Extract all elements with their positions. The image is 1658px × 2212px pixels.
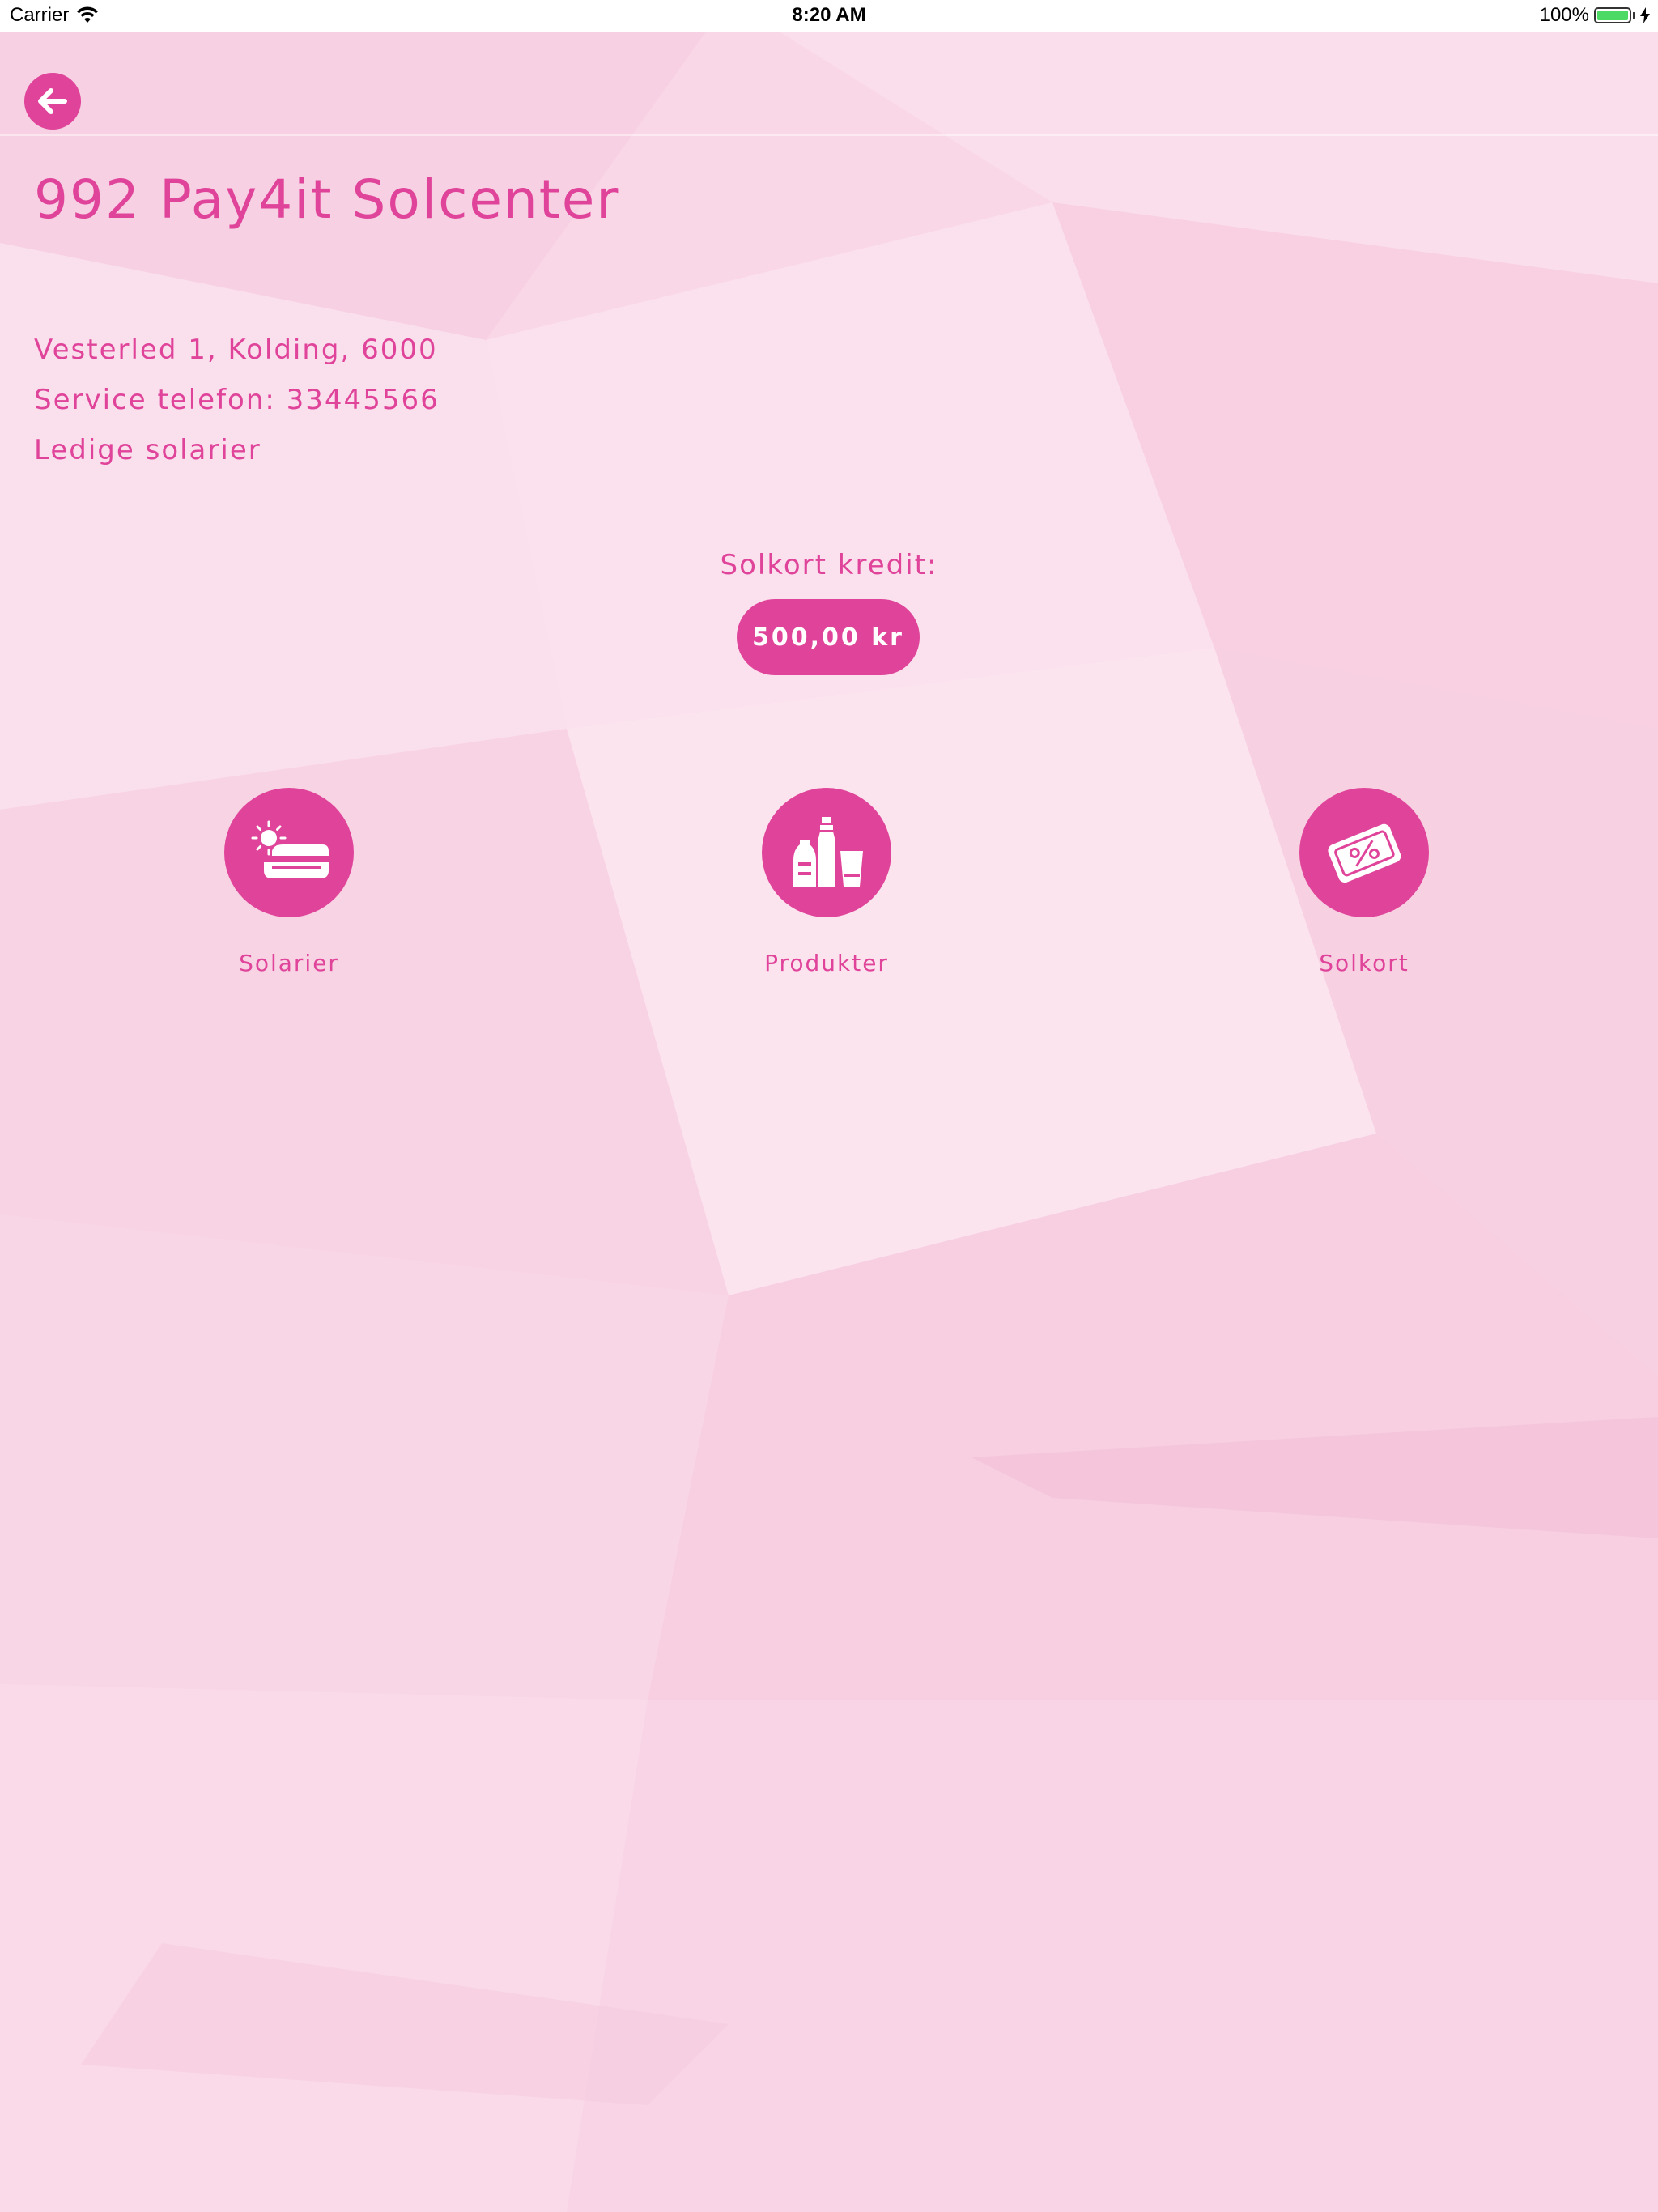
action-produkter[interactable]: Produkter <box>705 788 948 976</box>
solarier-button[interactable] <box>224 788 354 917</box>
solkort-label: Solkort <box>1319 950 1409 976</box>
action-solkort[interactable]: Solkort <box>1243 788 1486 976</box>
available-link[interactable]: Ledige solarier <box>34 434 261 466</box>
clock: 8:20 AM <box>792 4 866 26</box>
produkter-button[interactable] <box>762 788 891 917</box>
page-title: 992 Pay4it Solcenter <box>34 168 620 231</box>
battery-status: 100% <box>1540 4 1650 27</box>
status-bar: Carrier 8:20 AM 100% <box>0 0 1658 32</box>
nav-divider <box>0 134 1658 136</box>
credit-value: 500,00 kr <box>737 599 920 675</box>
products-icon <box>793 817 863 887</box>
back-button[interactable] <box>24 73 81 130</box>
produkter-label: Produkter <box>764 950 889 976</box>
card-icon <box>1328 823 1401 883</box>
solarier-label: Solarier <box>239 950 339 976</box>
solkort-button[interactable] <box>1299 788 1429 917</box>
tanning-bed-icon <box>251 820 329 878</box>
battery-icon <box>1594 7 1631 23</box>
action-solarier[interactable]: Solarier <box>168 788 410 976</box>
main-content: 992 Pay4it Solcenter Vesterled 1, Koldin… <box>0 0 1658 2212</box>
charging-icon <box>1640 7 1650 23</box>
battery-cap <box>1633 12 1635 19</box>
credit-label: Solkort kredit: <box>720 549 938 581</box>
address-text: Vesterled 1, Kolding, 6000 <box>34 334 438 366</box>
phone-text: Service telefon: 33445566 <box>34 384 440 416</box>
arrow-left-icon <box>38 88 67 114</box>
battery-percent: 100% <box>1539 4 1589 26</box>
